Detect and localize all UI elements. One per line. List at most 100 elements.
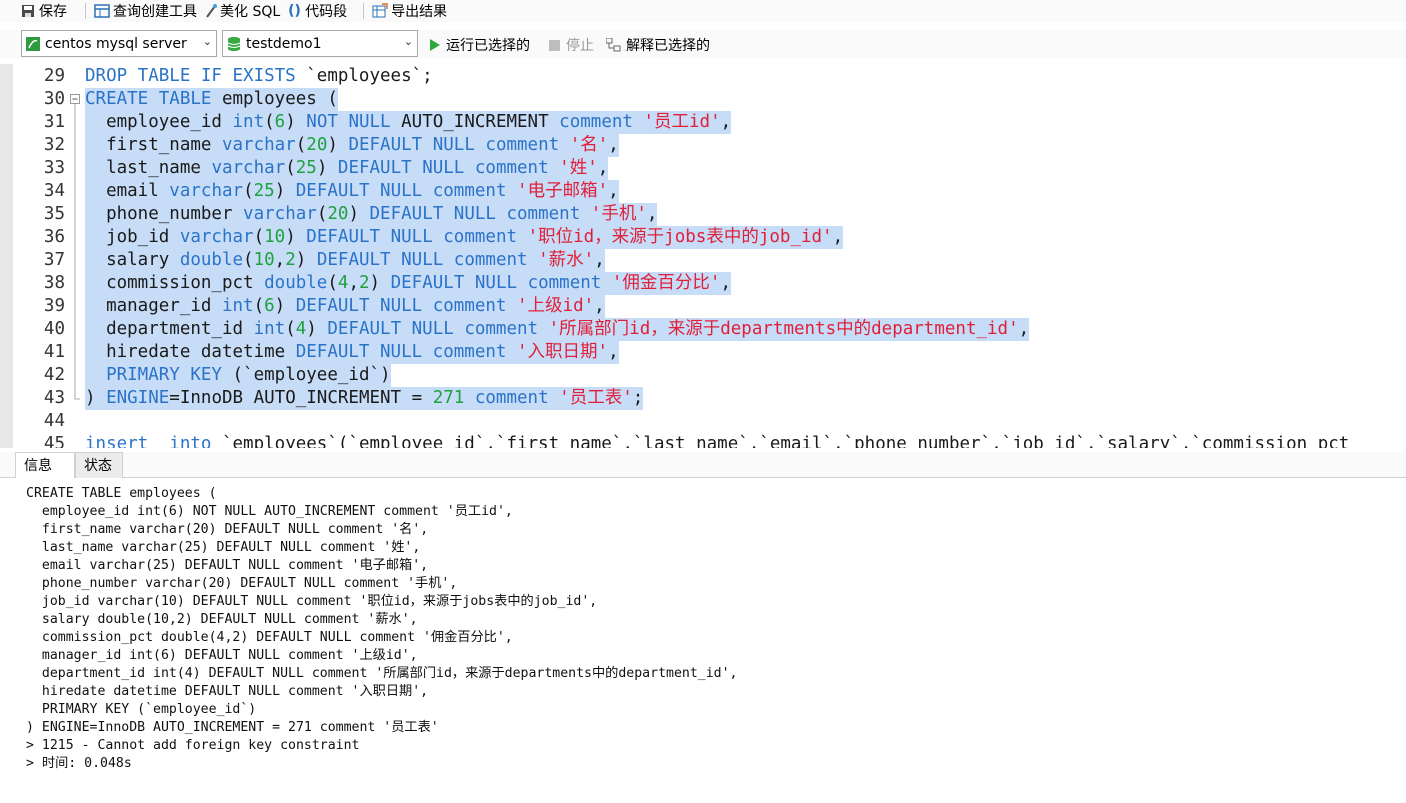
editor-line[interactable]: 30 CREATE TABLE employees (: [13, 88, 1406, 111]
output-line: department_id int(4) DEFAULT NULL commen…: [26, 666, 738, 681]
stop-icon: [549, 39, 560, 51]
tab-info-label: 信息: [24, 458, 52, 474]
export-results-button[interactable]: 导出结果: [368, 0, 451, 22]
editor-line[interactable]: 33 last_name varchar(25) DEFAULT NULL co…: [13, 157, 1406, 180]
database-select[interactable]: testdemo1 ⌄: [222, 30, 418, 57]
editor-line[interactable]: 37 salary double(10,2) DEFAULT NULL comm…: [13, 249, 1406, 272]
editor-line[interactable]: 42 PRIMARY KEY (`employee_id`): [13, 364, 1406, 387]
stop-button[interactable]: 停止: [549, 35, 594, 55]
code-snippet-button[interactable]: () 代码段: [284, 0, 351, 22]
line-number: 44: [43, 411, 65, 431]
code-token: 20: [306, 135, 328, 155]
line-number: 35: [43, 204, 65, 224]
code-token: DEFAULT NULL comment: [306, 227, 518, 247]
code-token: employees (: [211, 89, 338, 109]
editor-line[interactable]: 39 manager_id int(6) DEFAULT NULL commen…: [13, 295, 1406, 318]
fold-guide: [70, 249, 81, 272]
fold-guide: [70, 226, 81, 249]
query-builder-button[interactable]: 查询创建工具: [90, 0, 201, 22]
code-token: ): [316, 158, 338, 178]
output-line: employee_id int(6) NOT NULL AUTO_INCREME…: [26, 504, 513, 519]
code-token: `employees`;: [295, 66, 433, 86]
editor-line[interactable]: 44: [13, 410, 1406, 433]
save-button[interactable]: 保存: [0, 0, 71, 22]
code-token: (: [285, 158, 296, 178]
code-token: ,: [594, 250, 605, 270]
tab-status[interactable]: 状态: [75, 452, 123, 478]
editor-line[interactable]: 29 DROP TABLE IF EXISTS `employees`;: [13, 65, 1406, 88]
code-token: ,: [1018, 319, 1030, 339]
fold-guide: [70, 364, 81, 387]
explain-selected-label: 解释已选择的: [626, 38, 710, 54]
explain-selected-button[interactable]: 解释已选择的: [605, 35, 710, 55]
code-token: insert into: [85, 434, 212, 448]
code-token: 25: [253, 181, 275, 201]
snippet-label: 代码段: [305, 4, 348, 20]
output-line: PRIMARY KEY (`employee_id`): [26, 702, 257, 717]
code-token: 4: [295, 319, 307, 339]
code-token: ): [274, 181, 296, 201]
output-line: first_name varchar(20) DEFAULT NULL comm…: [26, 522, 429, 537]
code-token: employee_id: [85, 112, 233, 132]
code-token: DEFAULT NULL comment: [295, 181, 507, 201]
editor-line[interactable]: 43) ENGINE=InnoDB AUTO_INCREMENT = 271 c…: [13, 387, 1406, 410]
code-token: varchar: [179, 227, 254, 247]
fold-guide: [70, 180, 81, 203]
output-line: last_name varchar(25) DEFAULT NULL comme…: [26, 540, 421, 555]
editor-line[interactable]: 41 hiredate datetime DEFAULT NULL commen…: [13, 341, 1406, 364]
run-selected-button[interactable]: 运行已选择的: [430, 35, 530, 55]
code-text: employee_id int(6) NOT NULL AUTO_INCREME…: [85, 111, 732, 134]
line-number: 36: [43, 227, 65, 247]
code-token: (: [295, 135, 307, 155]
code-token: ): [348, 204, 370, 224]
code-token: '员工表': [559, 388, 633, 408]
line-number: 32: [43, 135, 65, 155]
fold-toggle-icon[interactable]: [70, 88, 81, 111]
code-token: NOT NULL: [306, 112, 391, 132]
code-token: 2: [285, 250, 296, 270]
editor-scrollbar[interactable]: [0, 64, 13, 448]
tab-status-label: 状态: [84, 458, 112, 474]
code-text: last_name varchar(25) DEFAULT NULL comme…: [85, 157, 609, 180]
beautify-icon: [205, 3, 217, 19]
code-token: '手机': [590, 204, 647, 224]
code-token: comment: [474, 388, 549, 408]
code-token: PRIMARY KEY: [106, 365, 222, 385]
code-token: ,: [597, 158, 609, 178]
code-token: '上级id': [517, 296, 595, 316]
code-token: (: [285, 319, 296, 339]
editor-line[interactable]: 31 employee_id int(6) NOT NULL AUTO_INCR…: [13, 111, 1406, 134]
code-token: ,: [608, 181, 619, 201]
code-token: '薪水': [538, 250, 595, 270]
editor-line[interactable]: 34 email varchar(25) DEFAULT NULL commen…: [13, 180, 1406, 203]
code-token: ENGINE: [106, 388, 170, 408]
editor-line[interactable]: 35 phone_number varchar(20) DEFAULT NULL…: [13, 203, 1406, 226]
server-select[interactable]: centos mysql server ⌄: [21, 30, 217, 57]
code-token: int: [221, 296, 254, 316]
sql-editor[interactable]: 29 DROP TABLE IF EXISTS `employees`; 30 CRE…: [0, 64, 1406, 448]
code-token: manager_id: [85, 296, 222, 316]
editor-line[interactable]: 32 first_name varchar(20) DEFAULT NULL c…: [13, 134, 1406, 157]
code-token: ,: [720, 112, 732, 132]
editor-line[interactable]: 45 insert into `employees`(`employee_id`,…: [13, 433, 1406, 448]
editor-line[interactable]: 40 department_id int(4) DEFAULT NULL com…: [13, 318, 1406, 341]
code-text: ) ENGINE=InnoDB AUTO_INCREMENT = 271 com…: [85, 387, 644, 410]
code-token: =InnoDB AUTO_INCREMENT =: [169, 388, 433, 408]
code-token: ): [85, 388, 107, 408]
code-token: 25: [295, 158, 317, 178]
tab-info[interactable]: 信息: [15, 452, 75, 478]
beautify-sql-button[interactable]: 美化 SQL: [201, 0, 284, 22]
editor-line[interactable]: 38 commission_pct double(4,2) DEFAULT NU…: [13, 272, 1406, 295]
editor-line[interactable]: 36 job_id varchar(10) DEFAULT NULL comme…: [13, 226, 1406, 249]
code-token: comment: [559, 112, 633, 132]
code-token: '入职日期': [516, 342, 609, 362]
code-token: (: [253, 227, 265, 247]
code-token: DROP TABLE IF EXISTS: [85, 66, 296, 86]
code-token: ,: [832, 227, 844, 247]
fold-guide: [70, 341, 81, 364]
code-token: ): [327, 135, 349, 155]
